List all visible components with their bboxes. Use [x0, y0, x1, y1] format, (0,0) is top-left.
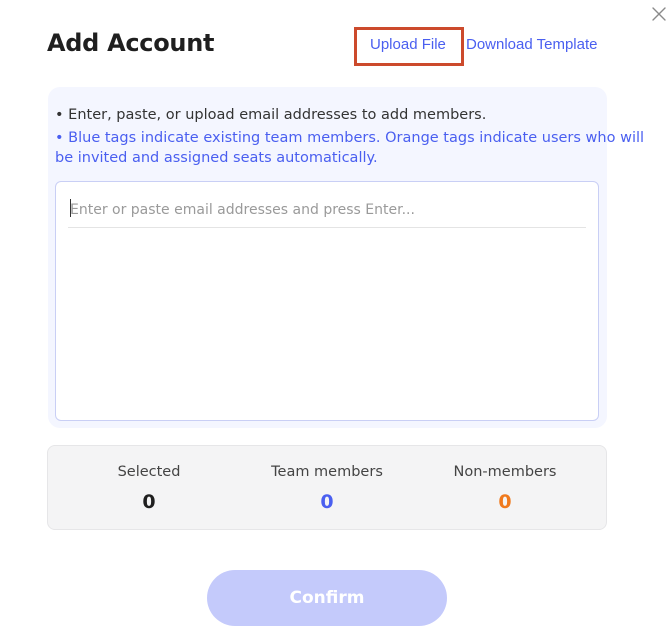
- stat-label: Selected: [117, 464, 181, 480]
- upload-file-link[interactable]: Upload File: [370, 36, 446, 53]
- email-entry-area[interactable]: [55, 181, 599, 421]
- stat-value: 0: [142, 491, 156, 513]
- instruction-line: • Enter, paste, or upload email addresse…: [55, 107, 487, 123]
- stat-value: 0: [320, 491, 334, 513]
- instruction-line-blue: • Blue tags indicate existing team membe…: [55, 130, 645, 146]
- close-button[interactable]: [647, 0, 671, 28]
- email-input[interactable]: [68, 192, 586, 228]
- dialog-title: Add Account: [47, 29, 215, 57]
- instructions-panel: • Enter, paste, or upload email addresse…: [48, 87, 644, 428]
- stat-non-members: Non-members 0: [425, 462, 585, 514]
- stats-panel: Selected 0 Team members 0 Non-members 0: [47, 445, 607, 530]
- text-caret: [70, 199, 71, 217]
- stat-label: Non-members: [453, 464, 557, 480]
- download-template-link[interactable]: Download Template: [466, 36, 597, 53]
- confirm-button[interactable]: Confirm: [207, 570, 447, 626]
- add-account-dialog: Add Account Upload File Download Templat…: [0, 0, 671, 635]
- stat-label: Team members: [271, 464, 383, 480]
- stat-team-members: Team members 0: [247, 462, 407, 514]
- instruction-line-blue: be invited and assigned seats automatica…: [55, 150, 378, 166]
- close-icon: [652, 7, 666, 21]
- stat-selected: Selected 0: [69, 462, 229, 514]
- stat-value: 0: [498, 491, 512, 513]
